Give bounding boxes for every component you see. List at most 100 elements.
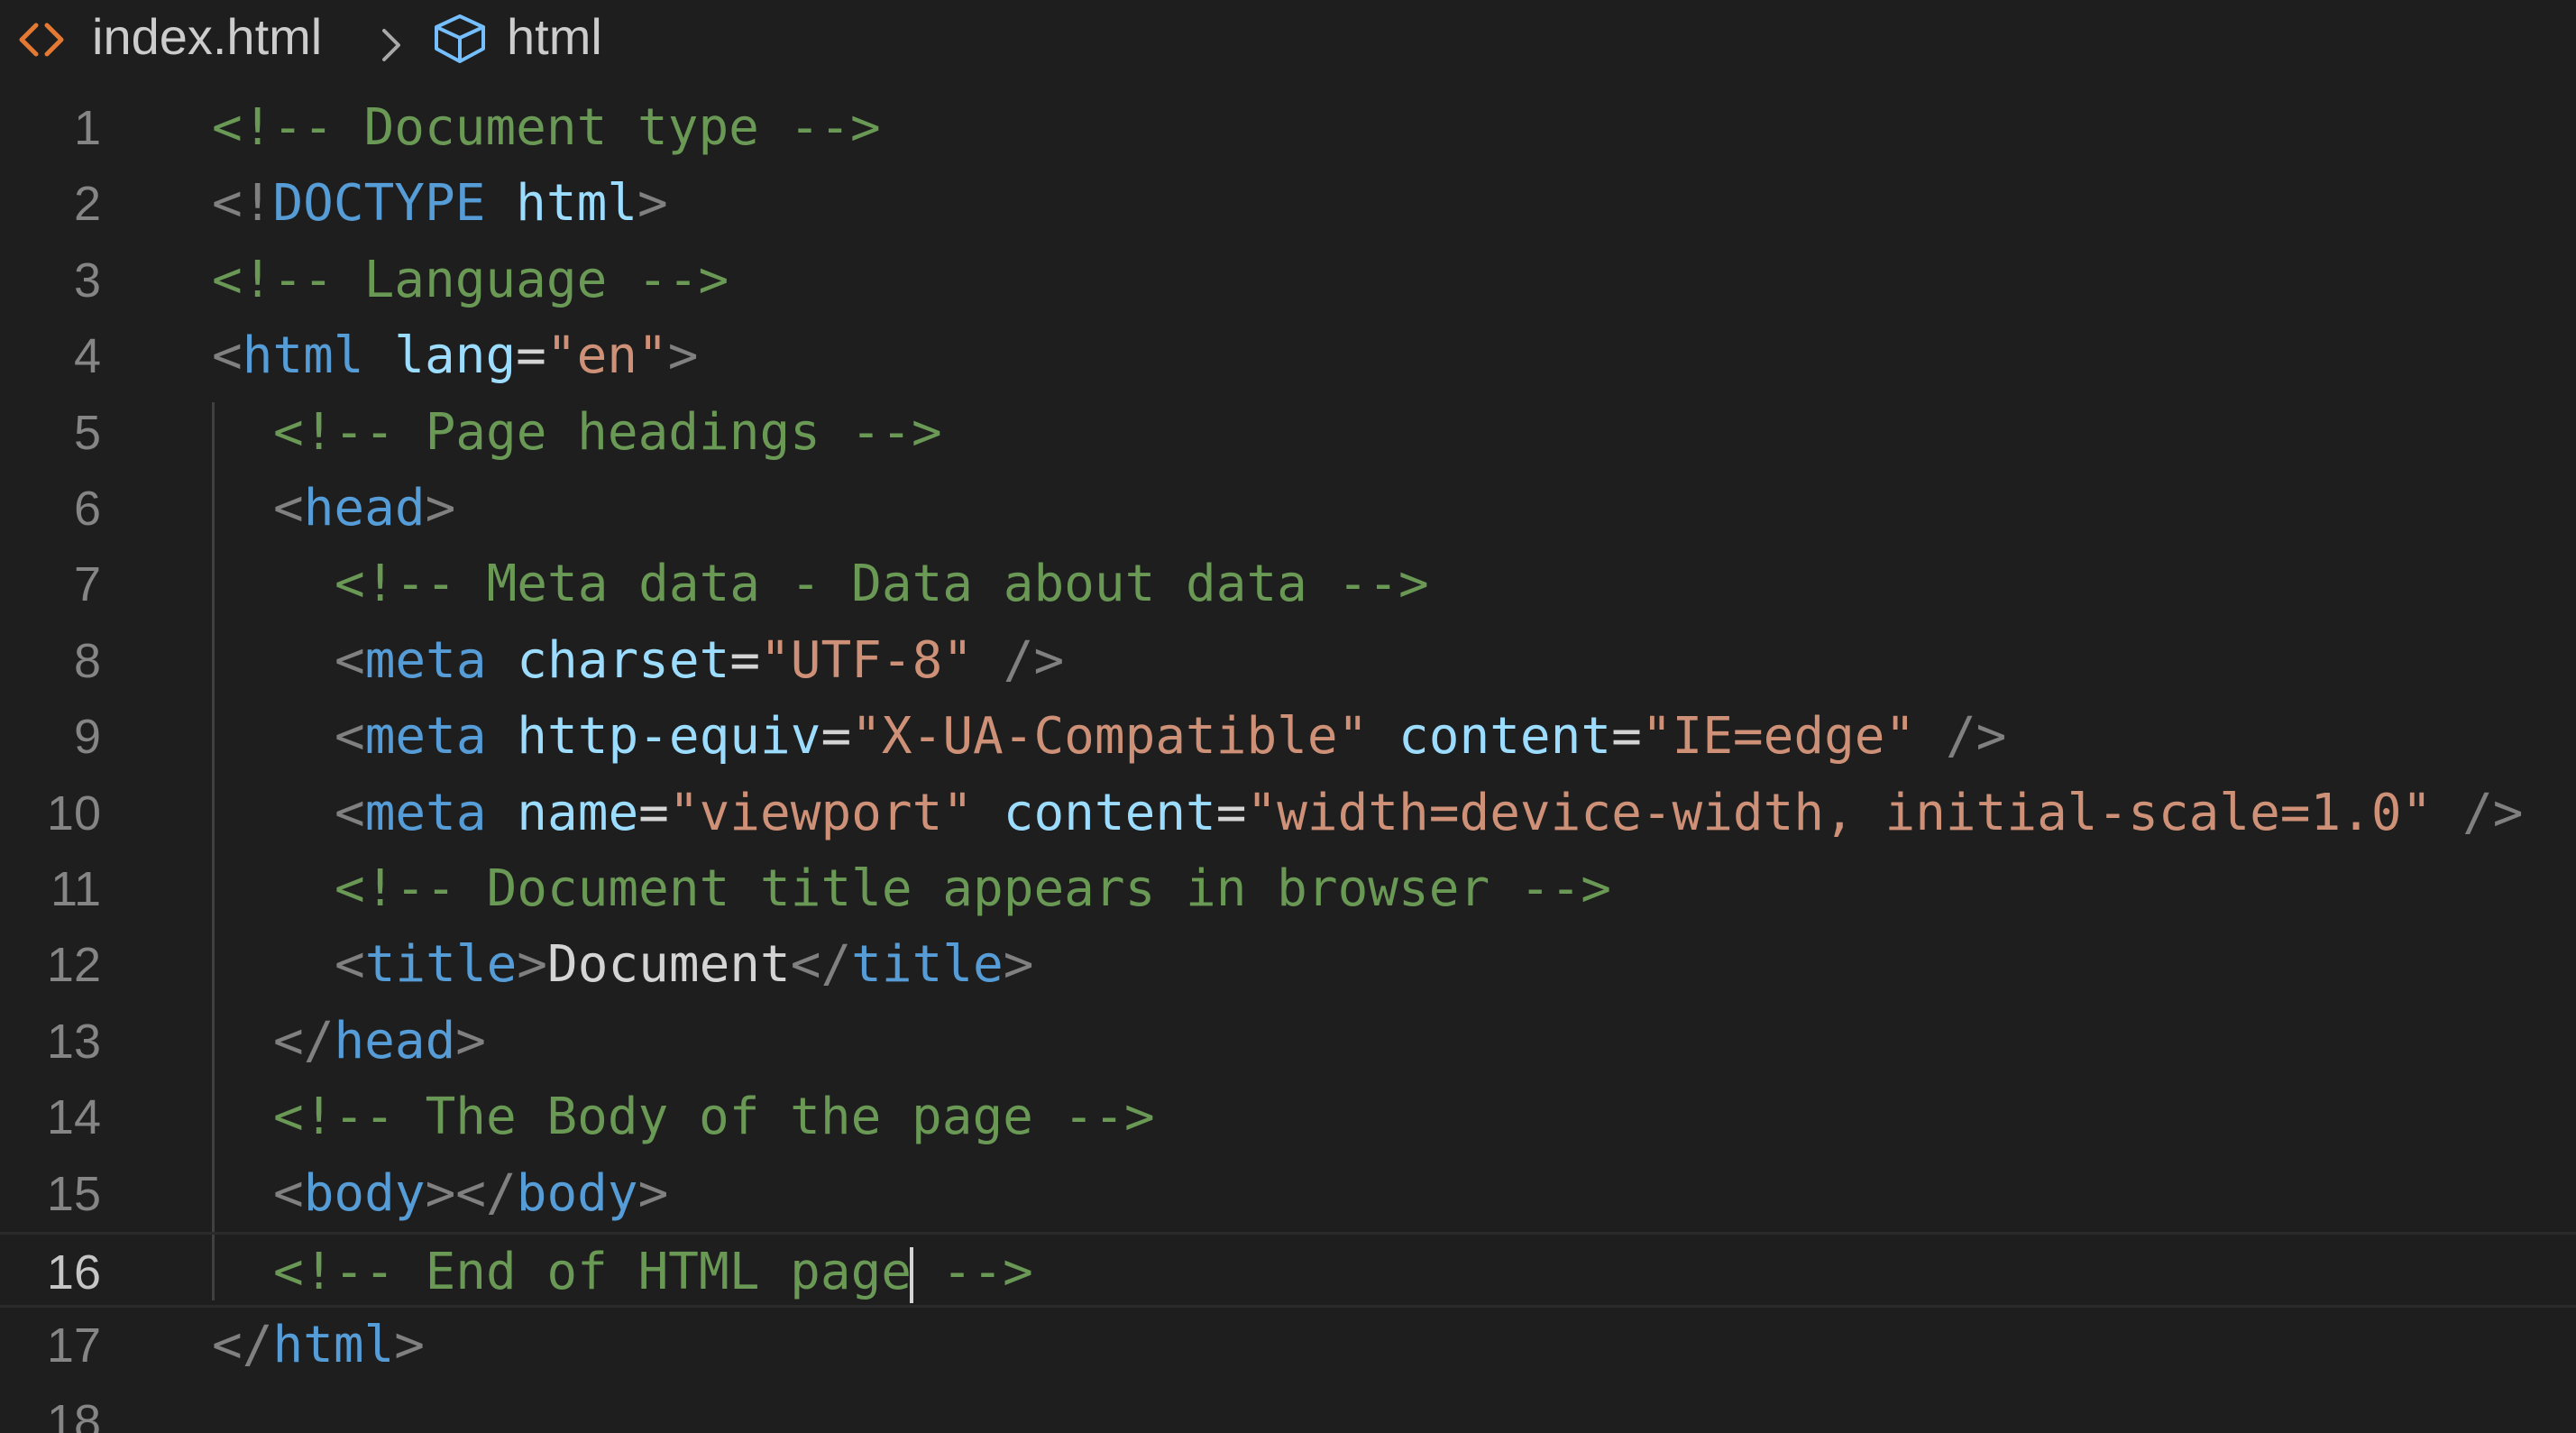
line-number: 1 (73, 101, 101, 155)
token-text: = (729, 630, 761, 690)
code-text[interactable]: <!-- End of HTML page --> (273, 1235, 1033, 1310)
code-line[interactable]: 10 <meta name="viewport" content="width=d… (0, 776, 2576, 851)
code-line[interactable]: 14 <!-- The Body of the page --> (0, 1079, 2576, 1155)
token-tag: body (303, 1163, 426, 1223)
code-text[interactable]: <head> (273, 471, 455, 547)
token-str: "UTF-8" (760, 630, 974, 690)
code-text[interactable]: <meta charset="UTF-8" /> (335, 623, 1064, 699)
token-tag: meta (364, 783, 487, 842)
token-punct: /> (1945, 707, 2007, 767)
token-punct: < (212, 326, 243, 386)
code-text[interactable]: <meta name="viewport" content="width=dev… (335, 776, 2524, 851)
code-text[interactable]: <!-- The Body of the page --> (273, 1079, 1155, 1155)
token-comment: <!-- Meta data - Data about data --> (335, 555, 1429, 614)
line-number: 4 (73, 329, 101, 384)
token-text: = (638, 783, 669, 842)
token-str: "en" (545, 326, 668, 386)
line-number: 11 (50, 862, 101, 916)
code-line[interactable]: 3 <!-- Language --> (0, 243, 2576, 318)
line-number: 10 (46, 785, 101, 841)
editor-window: index.html html 1 <!-- Document type --> 2… (0, 0, 2576, 1433)
code-editor[interactable]: 1 <!-- Document type --> 2 <!DOCTYPE html> 3… (0, 90, 2576, 1433)
code-text[interactable]: <!-- Language --> (212, 243, 729, 318)
line-number: 7 (73, 557, 101, 612)
token-tag: DOCTYPE (272, 174, 486, 234)
token-text: Document (547, 935, 791, 995)
token-punct: > (1003, 935, 1034, 995)
line-number: 17 (46, 1318, 101, 1373)
breadcrumb-symbol-label[interactable]: html (507, 9, 602, 65)
token-tag: title (364, 935, 518, 995)
code-line[interactable]: 5 <!-- Page headings --> (0, 395, 2576, 471)
code-line[interactable]: 7 <!-- Meta data - Data about data --> (0, 547, 2576, 622)
token-attr: name (517, 783, 639, 842)
token-comment: <!-- End of HTML page (273, 1243, 912, 1301)
code-line[interactable]: 8 <meta charset="UTF-8" /> (0, 623, 2576, 699)
code-text[interactable]: <!-- Document title appears in browser -… (335, 851, 1611, 927)
code-line[interactable]: 9 <meta http-equiv="X-UA-Compatible" cont… (0, 699, 2576, 775)
token-punct: > (455, 1011, 487, 1070)
token-punct: < (335, 707, 365, 767)
token-comment: <!-- Language --> (212, 250, 729, 309)
token-punct: /> (2462, 783, 2524, 842)
code-line[interactable]: 11 <!-- Document title appears in browser… (0, 851, 2576, 927)
code-text[interactable]: </head> (273, 1004, 486, 1079)
symbol-cube-icon[interactable] (429, 11, 490, 67)
code-text[interactable]: <!DOCTYPE html> (212, 166, 668, 242)
code-text[interactable]: <body></body> (273, 1156, 668, 1232)
line-number: 8 (73, 633, 101, 688)
token-attr: http-equiv (517, 707, 821, 767)
code-line[interactable]: 18 (0, 1384, 2576, 1433)
token-punct: < (273, 479, 304, 537)
chevron-right-icon (379, 18, 404, 61)
token-text: = (1611, 707, 1642, 767)
token-comment: <!-- The Body of the page --> (273, 1088, 1155, 1147)
token-punct: > (667, 326, 699, 386)
code-text[interactable]: <!-- Meta data - Data about data --> (335, 547, 1429, 622)
line-number: 15 (46, 1166, 101, 1221)
token-tag: html (272, 1316, 395, 1375)
code-text[interactable]: <!-- Page headings --> (273, 395, 942, 471)
code-line[interactable]: 1 <!-- Document type --> (0, 90, 2576, 166)
token-comment: <!-- Document title appears in browser -… (335, 859, 1612, 918)
code-line[interactable]: 4 <html lang="en"> (0, 318, 2576, 394)
token-comment: --> (912, 1243, 1033, 1301)
token-punct: ></ (425, 1163, 517, 1223)
line-number: 13 (46, 1014, 101, 1069)
code-line[interactable]: 12 <title>Document</title> (0, 927, 2576, 1003)
code-line[interactable]: 6 <head> (0, 471, 2576, 547)
token-str: "width=device-width, initial-scale=1.0" (1246, 783, 2433, 842)
code-text[interactable]: <title>Document</title> (335, 927, 1033, 1003)
token-punct: /> (1003, 630, 1065, 690)
code-line[interactable]: 15 <body></body> (0, 1156, 2576, 1232)
code-line[interactable]: 2 <!DOCTYPE html> (0, 166, 2576, 242)
token-punct: > (637, 1163, 669, 1223)
html-file-icon[interactable] (18, 14, 65, 58)
token-punct: < (335, 783, 365, 842)
code-line[interactable]: 13 </head> (0, 1004, 2576, 1079)
token-tag: title (851, 935, 1004, 995)
token-text: = (516, 326, 546, 386)
line-number: 18 (46, 1394, 101, 1433)
token-punct: </ (790, 935, 852, 995)
line-number: 2 (73, 177, 101, 232)
code-text[interactable]: <!-- Document type --> (212, 90, 881, 166)
token-attr: content (1398, 707, 1612, 767)
code-text[interactable]: </html> (212, 1308, 425, 1383)
line-number: 12 (46, 938, 101, 993)
token-tag: meta (364, 630, 487, 690)
code-line[interactable]: 16 <!-- End of HTML page --> (0, 1232, 2576, 1310)
code-text[interactable]: <html lang="en"> (212, 318, 698, 394)
breadcrumb-file-label[interactable]: index.html (92, 9, 322, 65)
code-line[interactable]: 17 </html> (0, 1308, 2576, 1383)
code-text[interactable]: <meta http-equiv="X-UA-Compatible" conte… (335, 699, 2006, 775)
token-comment: <!-- Document type --> (212, 98, 881, 157)
